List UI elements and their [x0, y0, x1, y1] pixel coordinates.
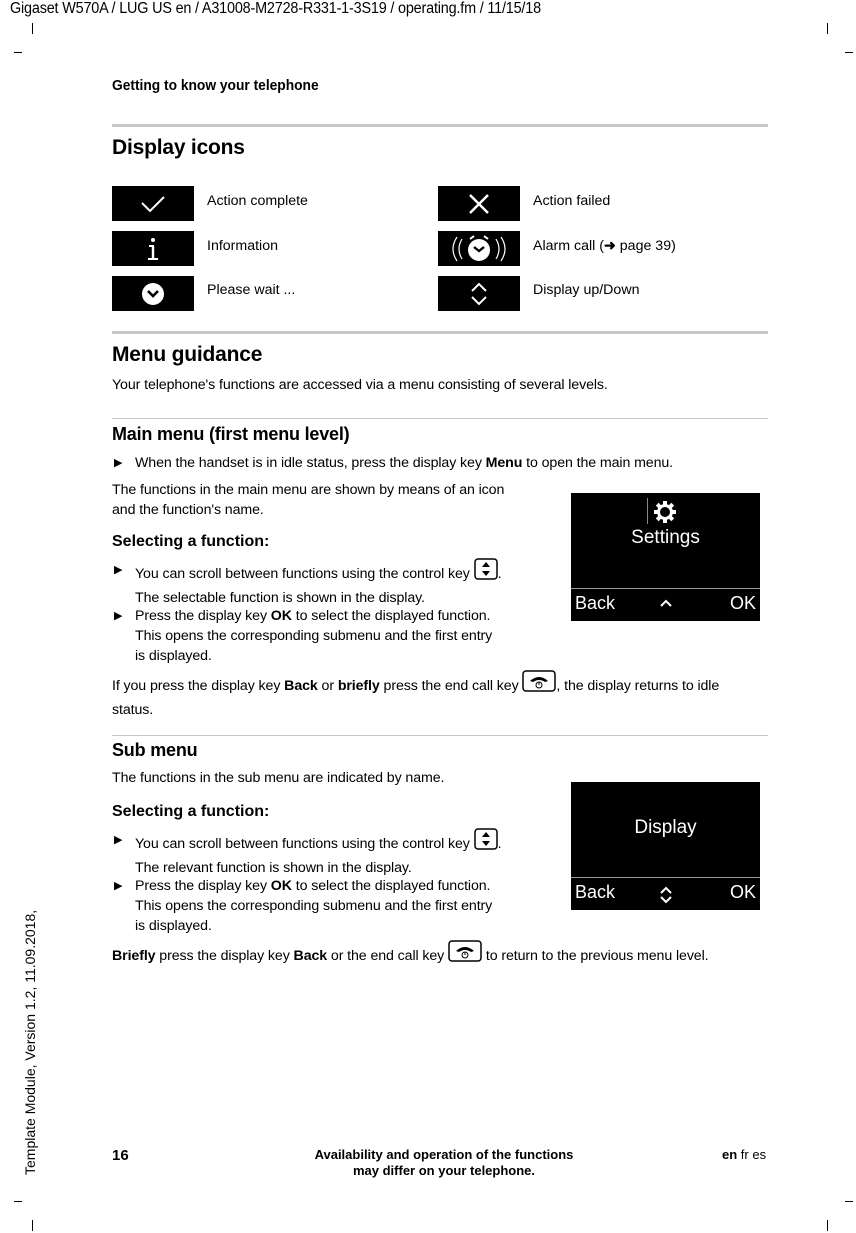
main-menu-description: The functions in the main menu are shown… — [112, 482, 505, 518]
crop-mark — [845, 1201, 853, 1202]
crop-mark — [14, 52, 22, 53]
control-key-icon — [473, 558, 498, 586]
section-divider — [112, 331, 768, 334]
menu-guidance-intro: Your telephone's functions are accessed … — [112, 377, 608, 393]
crop-mark — [827, 1220, 828, 1231]
ok-softkey[interactable]: OK — [730, 882, 756, 903]
screen-divider — [571, 877, 760, 878]
back-softkey[interactable]: Back — [575, 882, 615, 903]
main-menu-step: When the handset is in idle status, pres… — [135, 455, 674, 471]
menu-guidance-heading: Menu guidance — [112, 343, 263, 366]
bullet-arrow-icon: ▶ — [114, 564, 123, 576]
crop-mark — [827, 23, 828, 34]
page-number: 16 — [112, 1147, 129, 1164]
ok-softkey[interactable]: OK — [730, 593, 756, 614]
handset-display-settings: Settings Back OK — [571, 493, 760, 621]
display-icons-heading: Display icons — [112, 136, 245, 159]
icon-label: Action complete — [207, 193, 308, 209]
clock-icon — [112, 276, 194, 311]
bullet-arrow-icon: ▶ — [114, 457, 123, 469]
back-softkey[interactable]: Back — [575, 593, 615, 614]
end-call-key-icon — [448, 940, 482, 968]
screen-title: Display — [634, 817, 697, 838]
cross-icon — [438, 186, 520, 221]
cursor-line — [647, 498, 648, 524]
language-indicator: en fr es — [722, 1147, 767, 1162]
screen-title: Settings — [631, 527, 700, 548]
icon-label: Please wait ... — [207, 282, 296, 298]
info-icon — [112, 231, 194, 266]
scroll-instruction: You can scroll between functions using t… — [135, 558, 502, 608]
sub-menu-description: The functions in the sub menu are indica… — [112, 770, 445, 786]
alarm-clock-icon — [438, 231, 520, 266]
ok-instruction: Press the display key OK to select the d… — [135, 878, 493, 934]
gear-icon — [654, 501, 676, 528]
icon-label: Action failed — [533, 193, 611, 209]
icon-label: Information — [207, 238, 278, 254]
crop-mark — [32, 23, 33, 34]
section-title: Getting to know your telephone — [112, 78, 319, 94]
subsection-divider — [112, 418, 768, 419]
template-version-note: Template Module, Version 1.2, 11.09.2018… — [22, 909, 38, 1175]
control-key-icon — [473, 828, 498, 856]
doc-info-header: Gigaset W570A / LUG US en / A31008-M2728… — [10, 0, 541, 17]
selecting-function-heading: Selecting a function: — [112, 533, 270, 550]
chevron-up-icon — [659, 596, 673, 614]
subsection-divider — [112, 735, 768, 736]
bullet-arrow-icon: ▶ — [114, 610, 123, 622]
ok-instruction: Press the display key OK to select the d… — [135, 608, 493, 664]
arrow-right-icon: ➜ — [603, 238, 616, 254]
sub-menu-heading: Sub menu — [112, 740, 198, 760]
bullet-arrow-icon: ▶ — [114, 880, 123, 892]
up-down-chevron-icon — [438, 276, 520, 311]
main-menu-heading: Main menu (first menu level) — [112, 424, 350, 444]
up-down-chevron-icon — [658, 884, 674, 911]
return-instruction: If you press the display key Back or bri… — [112, 670, 772, 720]
handset-display-submenu: Display Back OK — [571, 782, 760, 910]
icon-label: Display up/Down — [533, 282, 640, 298]
screen-divider — [571, 588, 760, 589]
checkmark-icon — [112, 186, 194, 221]
selecting-function-heading: Selecting a function: — [112, 803, 270, 820]
return-instruction: Briefly press the display key Back or th… — [112, 940, 782, 970]
alarm-call-label: Alarm call (➜ page 39) — [533, 238, 676, 254]
crop-mark — [845, 52, 853, 53]
section-divider — [112, 124, 768, 127]
footer-note: Availability and operation of the functi… — [314, 1147, 574, 1178]
page-reference-link[interactable]: page 39 — [620, 238, 671, 254]
scroll-instruction: You can scroll between functions using t… — [135, 828, 502, 878]
crop-mark — [14, 1201, 22, 1202]
end-call-key-icon — [522, 670, 557, 698]
bullet-arrow-icon: ▶ — [114, 834, 123, 846]
crop-mark — [32, 1220, 33, 1231]
